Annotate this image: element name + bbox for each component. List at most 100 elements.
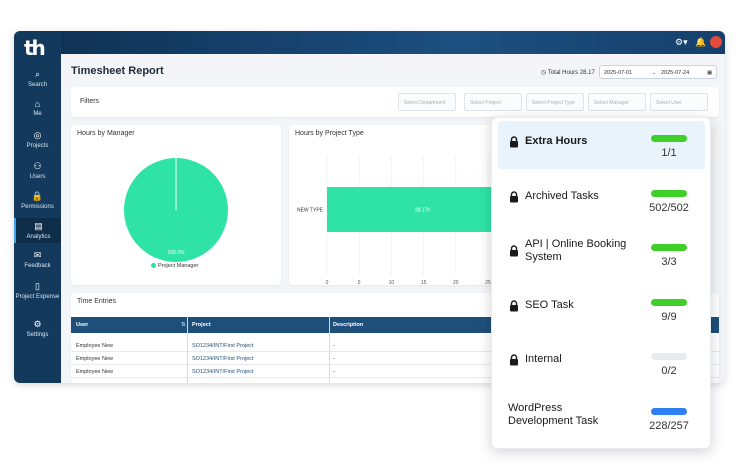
task-count: 502/502	[649, 201, 689, 214]
y-category-label: NEW TYPE	[297, 208, 324, 214]
cell-description: -	[333, 356, 335, 362]
date-separator: →	[651, 70, 657, 76]
sort-icon[interactable]: ⇅	[181, 322, 186, 328]
column-header-description[interactable]: Description	[333, 322, 363, 328]
cell-user: Employee New	[76, 356, 113, 362]
sidebar-item-label: Users	[29, 174, 46, 180]
lock-icon	[509, 353, 519, 366]
cell-user: Employee New	[76, 343, 113, 349]
task-name: Extra Hours	[525, 135, 588, 147]
legend-swatch	[151, 263, 156, 269]
sidebar-item-permissions[interactable]: 🔒 Permissions	[14, 191, 61, 210]
task-count: 0/2	[661, 365, 677, 377]
sidebar-item-feedback[interactable]: ✉ Feedback	[14, 250, 61, 269]
date-range-picker[interactable]: 2025-07-01 → 2025-07-24 ▦	[599, 65, 717, 79]
top-bar: ⚙▾ 🔔	[61, 31, 725, 54]
filters-card: Filters Select Department Select Project…	[71, 87, 719, 117]
pie-slice-label: 100.0%	[168, 250, 186, 256]
date-from[interactable]: 2025-07-01	[604, 70, 632, 76]
bar-data-label: 28.17h	[415, 208, 431, 214]
time-entries-title: Time Entries	[77, 298, 117, 305]
sidebar-item-me[interactable]: ⌂ Me	[14, 99, 61, 117]
task-item[interactable]: WordPress Development Task 228/257	[498, 394, 705, 442]
task-name: Archived Tasks	[525, 189, 599, 202]
bar-chart: 0 5 10 15 20 25NEW TYPE 28.17h	[297, 155, 499, 285]
task-item[interactable]: API | Online Booking System 3/3	[498, 230, 705, 278]
progress-fill	[651, 244, 687, 251]
select-project-type[interactable]: Select Project Type	[526, 93, 584, 111]
app-logo[interactable]: th	[24, 36, 52, 60]
sidebar-item-projects[interactable]: ◎ Projects	[14, 130, 61, 149]
chat-icon: ✉	[33, 250, 42, 260]
column-divider	[187, 317, 188, 383]
lock-icon	[509, 135, 519, 148]
sidebar-item-label: Me	[33, 111, 42, 117]
page-title: Timesheet Report	[71, 65, 164, 77]
expense-icon: ▯	[35, 281, 40, 291]
select-manager[interactable]: Select Manager	[588, 93, 646, 111]
sidebar-item-label: Feedback	[24, 263, 51, 269]
x-tick-label: 5	[358, 280, 361, 285]
pie-legend: Project Manager	[151, 263, 198, 269]
legend-label: Project Manager	[158, 263, 199, 269]
select-project[interactable]: Select Project	[464, 93, 522, 111]
task-name: Internal	[525, 353, 562, 365]
x-tick-label: 20	[453, 280, 459, 285]
task-name: API | Online Booking System	[525, 238, 627, 263]
sidebar-item-analytics[interactable]: ▤ Analytics	[14, 218, 61, 243]
cell-project[interactable]: SO1234/INT/First Project	[192, 356, 253, 362]
progress-fill	[651, 189, 687, 197]
sidebar-item-label: Analytics	[26, 234, 51, 240]
task-count: 228/257	[649, 419, 689, 432]
cell-user: Employee New	[76, 369, 113, 375]
sidebar-item-settings[interactable]: ⚙ Settings	[14, 319, 61, 338]
calendar-icon[interactable]: ▦	[707, 70, 712, 76]
task-item[interactable]: Internal 0/2	[498, 339, 705, 387]
sidebar-item-users[interactable]: ⚇ Users	[14, 161, 61, 180]
hours-by-manager-card: Hours by Manager 100.0% Project Manager	[71, 125, 281, 285]
column-divider	[329, 317, 330, 383]
progress-bar	[651, 244, 687, 251]
sidebar-item-label: Search	[27, 82, 47, 88]
hours-by-project-type-card: Hours by Project Type 0 5 10 15 20 25 NEW TYPE…	[289, 125, 499, 285]
clock-icon: ◷	[541, 70, 547, 76]
sidebar-item-label: Permissions	[21, 204, 54, 210]
x-tick-label: 0	[326, 280, 329, 285]
cell-project[interactable]: SO1234/INT/First Project	[192, 369, 253, 375]
progress-bar	[651, 135, 687, 142]
progress-bar	[651, 298, 687, 306]
users-icon: ⚇	[33, 161, 42, 171]
sidebar-item-search[interactable]: ⌕ Search	[14, 69, 61, 88]
notification-bell-icon[interactable]: 🔔	[695, 37, 706, 48]
task-count: 1/1	[661, 147, 677, 159]
column-header-project[interactable]: Project	[192, 322, 211, 328]
task-item[interactable]: Extra Hours 1/1	[498, 121, 705, 169]
task-name: WordPress Development Task	[508, 401, 599, 427]
select-user[interactable]: Select User	[650, 93, 708, 111]
progress-bar	[651, 189, 687, 197]
select-department[interactable]: Select Department	[398, 93, 456, 111]
home-icon: ⌂	[34, 99, 41, 109]
task-name: SEO Task	[525, 298, 574, 311]
cell-description: -	[333, 369, 335, 375]
filters-label: Filters	[80, 98, 100, 105]
date-to[interactable]: 2025-07-24	[661, 70, 689, 76]
lock-icon: 🔒	[31, 191, 44, 201]
settings-icon[interactable]: ⚙▾	[675, 37, 688, 48]
progress-fill	[651, 135, 687, 142]
gear-icon: ⚙	[33, 319, 42, 329]
progress-fill	[651, 298, 687, 306]
cell-project[interactable]: SO1234/INT/First Project	[192, 343, 253, 349]
progress-fill	[651, 407, 687, 415]
bar[interactable]	[327, 187, 499, 232]
task-item[interactable]: Archived Tasks 502/502	[498, 176, 705, 224]
task-item[interactable]: SEO Task 9/9	[498, 285, 705, 333]
sidebar-item-project-expense[interactable]: ▯ Project Expense	[14, 281, 61, 300]
avatar[interactable]	[710, 36, 722, 48]
total-hours-value: 28.17	[579, 70, 595, 76]
task-progress-popup: Extra Hours 1/1 Archived Tasks 502/502 API |…	[491, 117, 711, 449]
analytics-icon: ▤	[34, 221, 43, 231]
progress-bar	[651, 407, 687, 415]
search-icon: ⌕	[34, 69, 41, 79]
column-header-user[interactable]: User	[76, 322, 88, 328]
